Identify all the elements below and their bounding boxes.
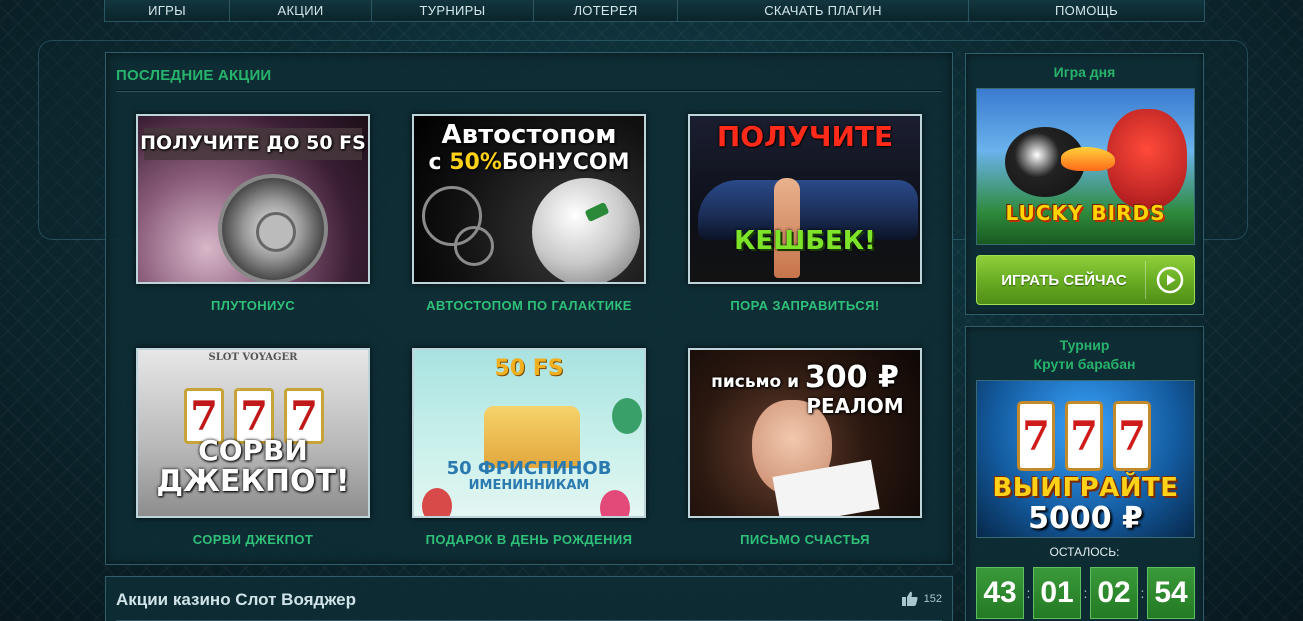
game-of-day-widget: Игра дня LUCKY BIRDS ИГРАТЬ СЕЙЧАС bbox=[965, 53, 1204, 315]
banner-line-1: письмо и 300 ₽ bbox=[690, 360, 920, 395]
promo-link-birthday[interactable]: ПОДАРОК В ДЕНЬ РОЖДЕНИЯ bbox=[412, 532, 646, 547]
countdown-separator: : bbox=[1140, 585, 1145, 601]
robot-icon bbox=[532, 178, 640, 282]
tournament-label: Турнир bbox=[1059, 337, 1110, 353]
nav-help[interactable]: ПОМОЩЬ bbox=[969, 0, 1204, 21]
banner-win-text: ВЫИГРАЙТЕ bbox=[992, 473, 1179, 503]
reel-seven: 7 bbox=[1017, 401, 1055, 471]
play-now-button[interactable]: ИГРАТЬ СЕЙЧАС bbox=[976, 255, 1195, 305]
parrot-image bbox=[1107, 109, 1187, 209]
promo-image-letter[interactable]: письмо и 300 ₽ РЕАЛОМ bbox=[688, 348, 922, 518]
promo-image-plutonius[interactable]: ПОЛУЧИТЕ ДО 50 FS bbox=[136, 114, 370, 284]
promo-card-jackpot: SLOT VOYAGER 7 7 7 СОРВИ ДЖЕКПОТ! СОРВИ … bbox=[136, 348, 370, 547]
countdown-days: 43 bbox=[976, 567, 1024, 619]
section-title: Акции казино Слот Вояджер bbox=[116, 590, 356, 609]
countdown-minutes: 02 bbox=[1090, 567, 1138, 619]
banner-percent: 50% bbox=[449, 150, 502, 175]
promo-image-hitchhiker[interactable]: Автостопом с 50%БОНУСОМ bbox=[412, 114, 646, 284]
banner-line-2: РЕАЛОМ bbox=[806, 394, 904, 418]
likes-count: 152 bbox=[923, 592, 942, 605]
banner-line-2: ДЖЕКПОТ! bbox=[156, 464, 350, 499]
countdown-separator: : bbox=[1083, 585, 1088, 601]
nav-tournaments[interactable]: ТУРНИРЫ bbox=[372, 0, 534, 21]
brand-logo: SLOT VOYAGER bbox=[208, 352, 298, 363]
promo-link-plutonius[interactable]: ПЛУТОНИУС bbox=[136, 298, 370, 313]
promo-image-birthday[interactable]: 50 FS 50 ФРИСПИНОВ ИМЕНИННИКАМ bbox=[412, 348, 646, 518]
promo-card-plutonius: ПОЛУЧИТЕ ДО 50 FS ПЛУТОНИУС bbox=[136, 114, 370, 313]
game-thumbnail[interactable]: LUCKY BIRDS bbox=[976, 88, 1195, 245]
reel-seven: 7 bbox=[1065, 401, 1103, 471]
countdown-seconds: 54 bbox=[1147, 567, 1195, 619]
banner-top: 50 FS bbox=[494, 356, 564, 381]
banner-line-1: Автостопом bbox=[441, 120, 617, 150]
banner-amount: 300 ₽ bbox=[804, 360, 899, 395]
banner-line-1: СОРВИ bbox=[198, 434, 308, 467]
widget-title: Игра дня bbox=[1053, 64, 1116, 80]
banner-line-1: 50 ФРИСПИНОВ bbox=[446, 458, 612, 479]
banner-bottom: КЕШБЕК! bbox=[734, 226, 876, 256]
latest-promotions-panel: ПОСЛЕДНИЕ АКЦИИ ПОЛУЧИТЕ ДО 50 FS ПЛУТОН… bbox=[105, 52, 953, 565]
play-icon-wrap bbox=[1146, 266, 1194, 294]
divider bbox=[116, 90, 942, 91]
nav-download-plugin[interactable]: СКАЧАТЬ ПЛАГИН bbox=[678, 0, 969, 21]
play-circle-icon bbox=[1156, 266, 1184, 294]
toucan-beak bbox=[1061, 147, 1115, 171]
promo-card-birthday: 50 FS 50 ФРИСПИНОВ ИМЕНИННИКАМ ПОДАРОК В… bbox=[412, 348, 646, 547]
nav-promotions[interactable]: АКЦИИ bbox=[230, 0, 372, 21]
top-nav: ИГРЫ АКЦИИ ТУРНИРЫ ЛОТЕРЕЯ СКАЧАТЬ ПЛАГИ… bbox=[104, 0, 1205, 22]
game-logo: LUCKY BIRDS bbox=[1005, 201, 1166, 225]
promo-link-hitchhiker[interactable]: АВТОСТОПОМ ПО ГАЛАКТИКЕ bbox=[412, 298, 646, 313]
banner-suffix: БОНУСОМ bbox=[501, 150, 630, 175]
tournament-widget: Турнир Крути барабан 7 7 7 ВЫИГРАЙТЕ 500… bbox=[965, 326, 1204, 621]
remaining-label: ОСТАЛОСЬ: bbox=[1049, 545, 1120, 559]
balloon bbox=[612, 398, 642, 434]
countdown-separator: : bbox=[1026, 585, 1031, 601]
promo-image-refuel[interactable]: ПОЛУЧИТЕ КЕШБЕК! bbox=[688, 114, 922, 284]
promo-link-jackpot[interactable]: СОРВИ ДЖЕКПОТ bbox=[136, 532, 370, 547]
balloon bbox=[600, 490, 630, 516]
decor-ring bbox=[454, 226, 494, 266]
promo-card-refuel: ПОЛУЧИТЕ КЕШБЕК! ПОРА ЗАПРАВИТЬСЯ! bbox=[688, 114, 922, 313]
panel-title: ПОСЛЕДНИЕ АКЦИИ bbox=[116, 67, 272, 84]
countdown-timer: 43 : 01 : 02 : 54 bbox=[976, 567, 1195, 619]
countdown-hours: 01 bbox=[1033, 567, 1081, 619]
banner-line-2: ИМЕНИННИКАМ bbox=[468, 478, 590, 493]
play-button-label: ИГРАТЬ СЕЙЧАС bbox=[1001, 271, 1127, 289]
banner-prefix: письмо и bbox=[711, 372, 805, 392]
banner-top: ПОЛУЧИТЕ bbox=[716, 120, 894, 153]
banner-line-2: с 50%БОНУСОМ bbox=[414, 150, 644, 175]
promo-image-jackpot[interactable]: SLOT VOYAGER 7 7 7 СОРВИ ДЖЕКПОТ! bbox=[136, 348, 370, 518]
banner-text: ПОЛУЧИТЕ ДО 50 FS bbox=[140, 132, 366, 154]
casino-promotions-header: Акции казино Слот Вояджер 152 bbox=[105, 576, 953, 621]
banner-amount: 5000 ₽ bbox=[1028, 501, 1143, 536]
nav-lottery[interactable]: ЛОТЕРЕЯ bbox=[534, 0, 678, 21]
tournament-banner[interactable]: 7 7 7 ВЫИГРАЙТЕ 5000 ₽ bbox=[976, 380, 1195, 538]
promo-card-letter: письмо и 300 ₽ РЕАЛОМ ПИСЬМО СЧАСТЬЯ bbox=[688, 348, 922, 547]
banner-prefix: с bbox=[428, 150, 450, 175]
nav-games[interactable]: ИГРЫ bbox=[105, 0, 230, 21]
vault-door-icon bbox=[218, 174, 328, 282]
promo-link-letter[interactable]: ПИСЬМО СЧАСТЬЯ bbox=[688, 532, 922, 547]
reel-seven: 7 bbox=[1113, 401, 1151, 471]
thumbs-up-icon bbox=[901, 591, 918, 606]
promo-card-hitchhiker: Автостопом с 50%БОНУСОМ АВТОСТОПОМ ПО ГА… bbox=[412, 114, 646, 313]
likes-widget[interactable]: 152 bbox=[901, 591, 942, 606]
promo-link-refuel[interactable]: ПОРА ЗАПРАВИТЬСЯ! bbox=[688, 298, 922, 313]
tournament-name[interactable]: Крути барабан bbox=[966, 355, 1203, 374]
